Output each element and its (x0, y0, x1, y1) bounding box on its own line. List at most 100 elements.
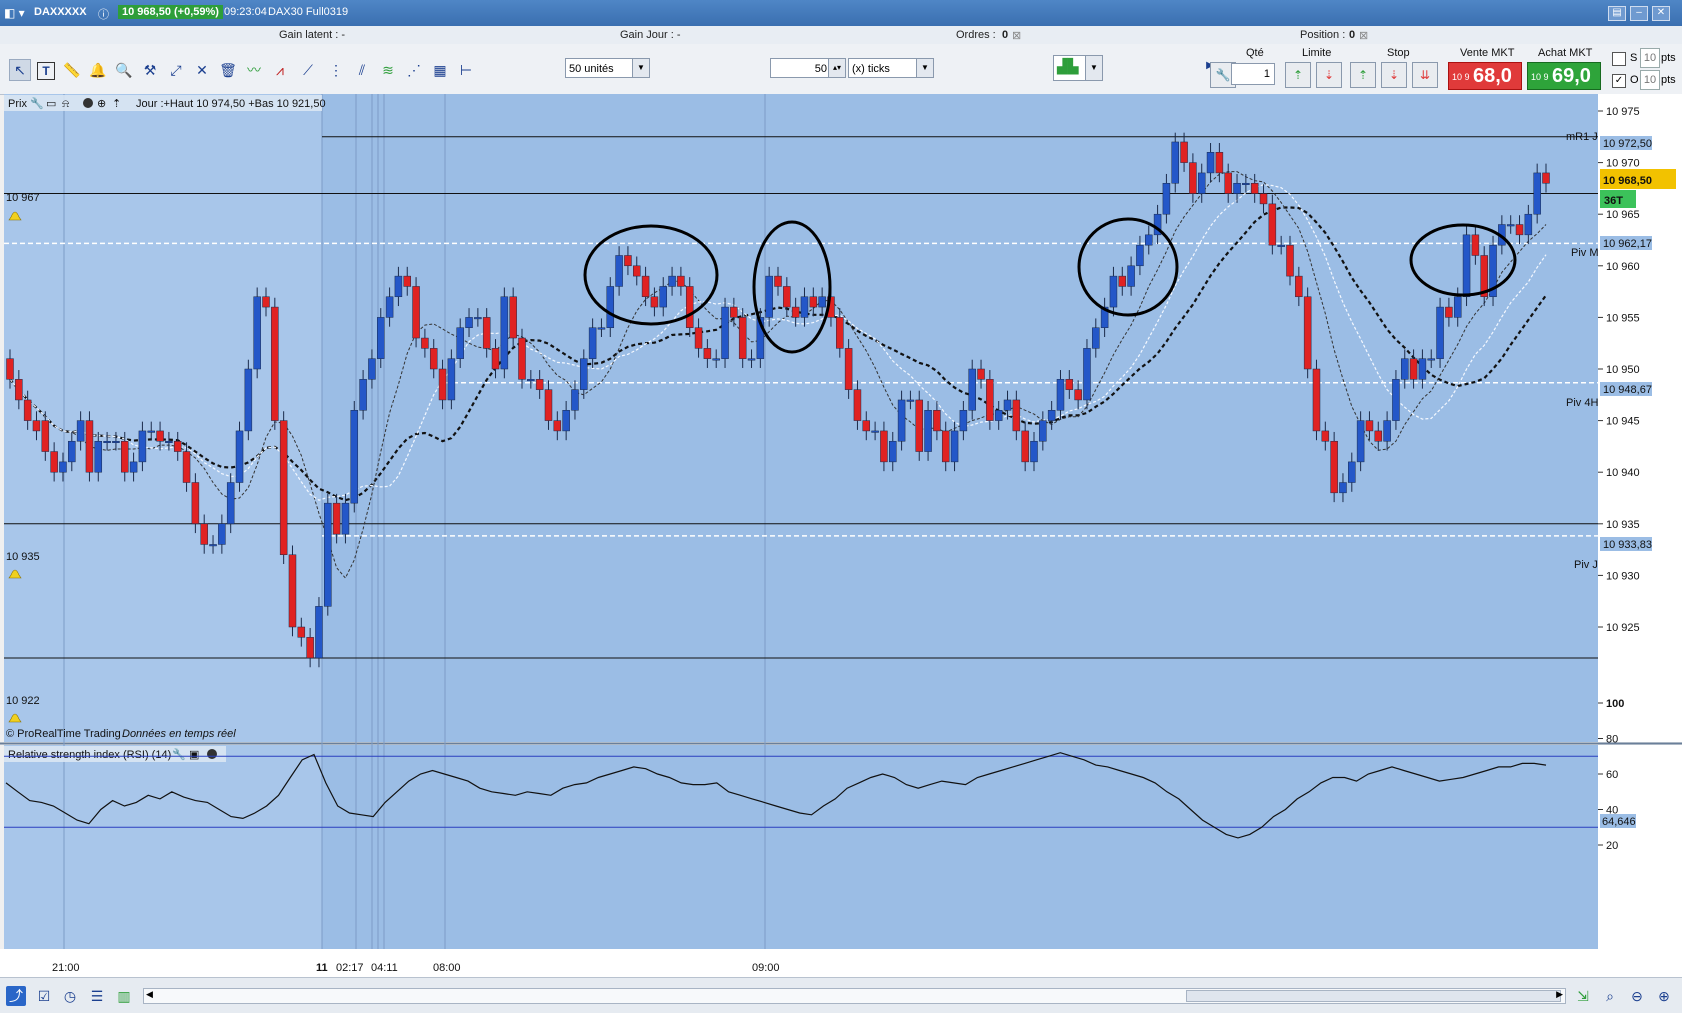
pattern-icon[interactable]: 〰 (244, 60, 264, 80)
bell-header-icon[interactable]: ⍾ (62, 98, 69, 110)
stepper-icon[interactable]: ▴▾ (828, 59, 845, 77)
sell-market-button[interactable]: 10 9 68,0 (1448, 62, 1522, 90)
info-icon[interactable]: ⓘ (98, 6, 109, 22)
account-info-bar: Gain latent : - Gain Jour : - Ordres : 0… (0, 26, 1682, 45)
list-icon[interactable]: ☰ (87, 986, 107, 1006)
bell-icon[interactable]: 🔔 (88, 60, 108, 80)
horizontal-scrollbar[interactable]: ◀ ▶ (143, 988, 1566, 1004)
s-pts-input[interactable]: 10 (1640, 48, 1660, 68)
units-select[interactable]: 50 unités ▼ (565, 58, 650, 78)
stop-sell-button[interactable]: ⇣ (1381, 62, 1407, 88)
o-checkbox[interactable]: ✓ (1612, 74, 1626, 88)
zoom-fit-icon[interactable]: ⌕ (1600, 986, 1620, 1006)
ticks-input[interactable]: 50 ▴▾ (770, 58, 846, 78)
mr1-label: mR1 J (1566, 131, 1598, 143)
candle-body (341, 502, 350, 535)
rsi-header: Relative strength index (RSI) (14) (8, 749, 171, 761)
scroll-right-icon[interactable]: ▶ (1556, 989, 1563, 1000)
scroll-left-icon[interactable]: ◀ (146, 989, 153, 1000)
text-icon[interactable]: T (37, 62, 55, 80)
qty-input[interactable]: 1 (1231, 63, 1275, 85)
cursor-icon[interactable]: ↖ (9, 59, 31, 81)
trash-icon[interactable]: 🗑 (218, 60, 238, 80)
chart-type-select[interactable]: ▟▙ ▼ (1053, 55, 1103, 81)
s-label: S (1630, 52, 1638, 64)
clock-icon[interactable]: ◷ (60, 986, 80, 1006)
ruler-icon[interactable]: 📏 (62, 60, 82, 80)
candle-body (650, 296, 659, 308)
limit-buy-button[interactable]: ⇡ (1285, 62, 1311, 88)
chart-grid-icon[interactable]: ▦ (430, 60, 450, 80)
candle-body (1136, 244, 1144, 267)
zoom-in-icon[interactable]: ⊕ (1654, 986, 1674, 1006)
o-pts-input[interactable]: 10 (1640, 70, 1660, 90)
checklist-icon[interactable]: ☑ (34, 986, 54, 1006)
plus-red-icon[interactable]: ⊕ (97, 98, 106, 110)
buy-market-button[interactable]: 10 9 69,0 (1527, 62, 1601, 90)
candle-body (1047, 410, 1056, 421)
fan-icon[interactable]: ⋰ (404, 60, 424, 80)
wrench-icon[interactable]: 🔧 (30, 96, 44, 110)
candle-body (535, 379, 544, 390)
arrow-up-icon[interactable]: ⇡ (112, 98, 121, 110)
price-tick-label: 10 960 (1606, 261, 1640, 273)
candle-body (262, 296, 270, 308)
gain-jour-label: Gain Jour : - (620, 29, 681, 41)
parallel-lines-icon[interactable]: ⫽ (352, 60, 372, 80)
candle-body (730, 306, 738, 318)
chart-area[interactable]: 10 925 10 930 10 935 10 940 10 945 10 950 10 9… (0, 94, 1682, 977)
candle-body (906, 399, 915, 402)
minimize-icon[interactable]: – (1630, 6, 1648, 21)
close-icon[interactable]: ✕ (1652, 6, 1670, 21)
candle-body (1162, 182, 1171, 215)
scrollbar-thumb[interactable] (1186, 990, 1561, 1002)
level-label-10935: 10 935 (6, 551, 40, 563)
stop-alt-button[interactable]: ⇊ (1412, 62, 1438, 88)
price-tick-label: 10 930 (1606, 570, 1640, 582)
zoom-icon[interactable]: 🔍 (114, 60, 134, 80)
candle-body (253, 296, 261, 370)
crossline-icon[interactable]: ✕ (192, 60, 212, 80)
zoom-out-icon[interactable]: ⊖ (1627, 986, 1647, 1006)
channel-icon[interactable]: ⟋ (298, 60, 318, 80)
candle-body (818, 296, 826, 308)
close-circle-icon[interactable] (83, 98, 93, 108)
instrument-name[interactable]: DAXXXXX (34, 6, 87, 18)
ordres-close-icon[interactable]: ⊠ (1012, 29, 1021, 42)
limit-sell-button[interactable]: ⇣ (1316, 62, 1342, 88)
candle-body (156, 430, 164, 442)
candle-body (421, 337, 429, 349)
indicator-icon[interactable]: ▥ (114, 986, 134, 1006)
candle-body (862, 420, 871, 432)
hammer-icon[interactable]: ⚒ (140, 60, 160, 80)
triangle-icon[interactable]: ⩘ (270, 60, 290, 80)
candle-body (668, 275, 676, 287)
rsi-wrench-icon[interactable]: 🔧 (172, 747, 186, 761)
horizontal-line-icon[interactable]: ⊢ (456, 60, 476, 80)
candle-body (209, 544, 217, 547)
stop-buy-button[interactable]: ⇡ (1350, 62, 1376, 88)
vertical-line-icon[interactable]: ⋮ (326, 60, 346, 80)
candle-body (32, 420, 41, 432)
fibonacci-icon[interactable]: ≋ (378, 60, 398, 80)
position-close-icon[interactable]: ⊠ (1359, 29, 1368, 42)
rsi-close-icon[interactable] (207, 749, 217, 759)
candle-body (1145, 234, 1153, 246)
candle-body (1030, 440, 1038, 463)
candle-body (1242, 182, 1250, 185)
candle-body (438, 368, 447, 401)
share-icon[interactable]: ⤴ (6, 986, 26, 1006)
trendline-icon[interactable]: ⤢ (166, 60, 186, 80)
detach-window-icon[interactable]: ▤ (1608, 6, 1626, 21)
folder-icon[interactable]: ▭ (46, 98, 56, 110)
candle-body (94, 440, 103, 473)
candle-body (809, 296, 818, 308)
ticks-select[interactable]: (x) ticks ▼ (848, 58, 934, 78)
price-header-prefix: Prix (8, 98, 27, 110)
s-checkbox[interactable] (1612, 52, 1626, 66)
rsi-window-icon[interactable]: ▣ (189, 749, 199, 761)
candle-body (85, 420, 94, 473)
window-menu-icon[interactable]: ◧ ▾ (4, 6, 25, 20)
clock-time: 09:23:04 (224, 6, 267, 18)
autoscale-icon[interactable]: ⇲ (1573, 986, 1593, 1006)
